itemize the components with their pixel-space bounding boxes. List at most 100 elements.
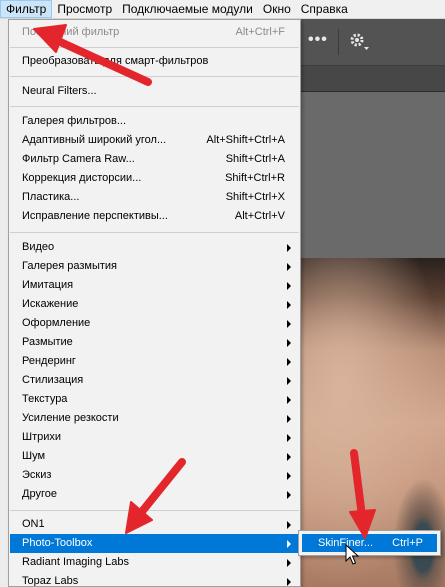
menu-item-label: Шум <box>22 450 46 462</box>
menu-item-label: Topaz Labs <box>22 575 79 587</box>
more-options-icon[interactable]: ••• <box>308 31 328 49</box>
menu-separator <box>10 232 299 233</box>
menu-separator <box>10 106 299 107</box>
menu-item-last-filter: Последний фильтр Alt+Ctrl+F <box>10 23 299 42</box>
menu-item-label: Искажение <box>22 298 79 310</box>
submenu-arrow-icon <box>287 377 291 385</box>
menu-item-shortcut: Shift+Ctrl+X <box>225 191 285 203</box>
menu-item-label: Текстура <box>22 393 68 405</box>
menu-item-video[interactable]: Видео <box>10 238 299 257</box>
document-tab-strip <box>298 66 445 92</box>
menu-plugins[interactable]: Подключаемые модули <box>117 0 258 18</box>
menu-item-label: Усиление резкости <box>22 412 119 424</box>
menu-bar: Фильтр Просмотр Подключаемые модули Окно… <box>0 0 445 19</box>
submenu-arrow-icon <box>287 263 291 271</box>
menu-item-label: Видео <box>22 241 55 253</box>
menu-separator <box>10 47 299 48</box>
toolbar-divider <box>338 29 339 55</box>
menu-item-label: Рендеринг <box>22 355 76 367</box>
menu-item-stylize[interactable]: Стилизация <box>10 371 299 390</box>
menu-item-pixelate[interactable]: Оформление <box>10 314 299 333</box>
menu-item-label: Neural Filters... <box>22 85 97 97</box>
menu-item-filter-gallery[interactable]: Галерея фильтров... <box>10 112 299 131</box>
menu-item-label: Пластика... <box>22 191 80 203</box>
menu-item-radiant-imaging-labs[interactable]: Radiant Imaging Labs <box>10 553 299 572</box>
submenu-arrow-icon <box>287 301 291 309</box>
menu-item-label: Адаптивный широкий угол... <box>22 134 167 146</box>
submenu-arrow-icon <box>287 396 291 404</box>
menu-item-shortcut: Shift+Ctrl+R <box>225 172 285 184</box>
menu-item-shortcut: Alt+Shift+Ctrl+A <box>206 134 285 146</box>
submenu-arrow-icon <box>287 521 291 529</box>
gear-icon[interactable] <box>348 31 370 53</box>
submenu-arrow-icon <box>287 244 291 252</box>
menu-help[interactable]: Справка <box>296 0 353 18</box>
submenu-arrow-icon <box>287 578 291 586</box>
menu-item-texture[interactable]: Текстура <box>10 390 299 409</box>
mouse-cursor-icon <box>345 544 359 565</box>
submenu-arrow-icon <box>287 559 291 567</box>
menu-window[interactable]: Окно <box>258 0 296 18</box>
menu-item-liquify[interactable]: Пластика... Shift+Ctrl+X <box>10 188 299 207</box>
menu-item-blur-gallery[interactable]: Галерея размытия <box>10 257 299 276</box>
menu-filter[interactable]: Фильтр <box>0 0 53 18</box>
submenu-arrow-icon <box>287 540 291 548</box>
menu-item-label: Photo-Toolbox <box>22 537 93 549</box>
submenu-arrow-icon <box>287 358 291 366</box>
menu-item-convert-smart-filters[interactable]: Преобразовать для смарт-фильтров <box>10 52 299 71</box>
menu-item-shortcut: Alt+Ctrl+F <box>235 26 285 38</box>
menu-item-sketch[interactable]: Эскиз <box>10 466 299 485</box>
menu-item-label: Стилизация <box>22 374 84 386</box>
menu-item-neural-filters[interactable]: Neural Filters... <box>10 82 299 101</box>
submenu-arrow-icon <box>287 339 291 347</box>
menu-item-shortcut: Shift+Ctrl+A <box>225 153 285 165</box>
menu-item-skinfiner[interactable]: SkinFiner... Ctrl+P <box>302 534 437 552</box>
menu-item-label: Последний фильтр <box>22 26 120 38</box>
menu-item-blur[interactable]: Размытие <box>10 333 299 352</box>
submenu-arrow-icon <box>287 472 291 480</box>
menu-item-distort[interactable]: Искажение <box>10 295 299 314</box>
menu-item-label: Галерея размытия <box>22 260 118 272</box>
menu-item-label: Исправление перспективы... <box>22 210 168 222</box>
submenu-arrow-icon <box>287 415 291 423</box>
submenu-arrow-icon <box>287 434 291 442</box>
menu-item-label: Имитация <box>22 279 74 291</box>
submenu-arrow-icon <box>287 282 291 290</box>
menu-separator <box>10 510 299 511</box>
menu-item-label: Radiant Imaging Labs <box>22 556 130 568</box>
menu-item-other[interactable]: Другое <box>10 485 299 504</box>
menu-item-label: Эскиз <box>22 469 52 481</box>
submenu-arrow-icon <box>287 453 291 461</box>
menu-item-noise[interactable]: Шум <box>10 447 299 466</box>
menu-item-label: Штрихи <box>22 431 62 443</box>
menu-item-label: ON1 <box>22 518 45 530</box>
menu-item-photo-toolbox[interactable]: Photo-Toolbox <box>10 534 299 553</box>
submenu-arrow-icon <box>287 491 291 499</box>
menu-item-brush-strokes[interactable]: Штрихи <box>10 428 299 447</box>
submenu-arrow-icon <box>287 320 291 328</box>
menu-item-label: Коррекция дисторсии... <box>22 172 142 184</box>
menu-item-label: Фильтр Camera Raw... <box>22 153 135 165</box>
menu-item-sharpen[interactable]: Усиление резкости <box>10 409 299 428</box>
menu-item-label: Оформление <box>22 317 91 329</box>
menu-separator <box>10 76 299 77</box>
menu-view[interactable]: Просмотр <box>52 0 117 18</box>
menu-item-camera-raw[interactable]: Фильтр Camera Raw... Shift+Ctrl+A <box>10 150 299 169</box>
photo-toolbox-submenu: SkinFiner... Ctrl+P <box>298 530 441 556</box>
options-toolbar: ••• <box>298 19 445 66</box>
menu-item-label: Другое <box>22 488 57 500</box>
menu-item-lens-correction[interactable]: Коррекция дисторсии... Shift+Ctrl+R <box>10 169 299 188</box>
menu-item-label: Размытие <box>22 336 73 348</box>
menu-item-label: Галерея фильтров... <box>22 115 127 127</box>
menu-item-vanishing-point[interactable]: Исправление перспективы... Alt+Ctrl+V <box>10 207 299 226</box>
menu-item-label: Преобразовать для смарт-фильтров <box>22 55 209 67</box>
menu-item-adaptive-wide-angle[interactable]: Адаптивный широкий угол... Alt+Shift+Ctr… <box>10 131 299 150</box>
menu-item-on1[interactable]: ON1 <box>10 515 299 534</box>
menu-item-artistic[interactable]: Имитация <box>10 276 299 295</box>
menu-item-shortcut: Ctrl+P <box>392 537 423 549</box>
menu-item-topaz-labs[interactable]: Topaz Labs <box>10 572 299 587</box>
menu-item-shortcut: Alt+Ctrl+V <box>234 210 285 222</box>
menu-item-render[interactable]: Рендеринг <box>10 352 299 371</box>
document-canvas[interactable] <box>298 92 445 587</box>
filter-dropdown-menu: Последний фильтр Alt+Ctrl+F Преобразоват… <box>8 19 301 587</box>
